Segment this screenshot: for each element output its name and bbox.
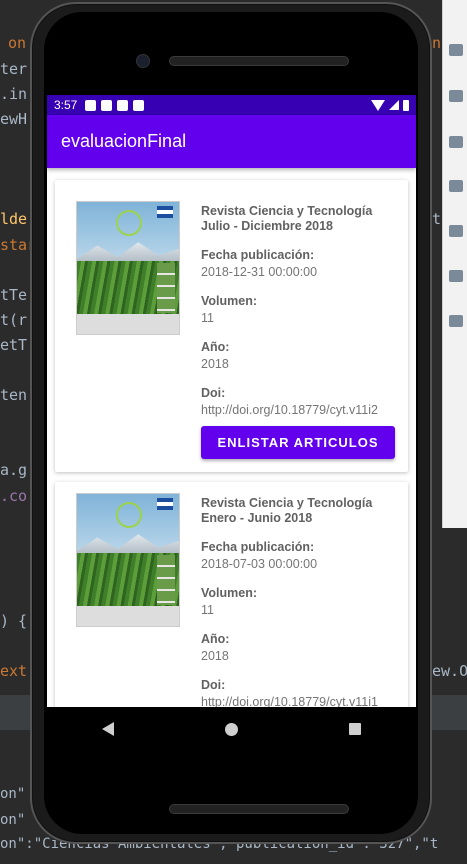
publication-list[interactable]: Revista Ciencia y Tecnología Julio - Dic…	[47, 168, 416, 707]
tool-icon[interactable]	[449, 90, 463, 102]
battery-icon	[403, 99, 409, 111]
device-screen: 3:57 evaluacionFinal Revista Ciencia y T…	[47, 95, 416, 707]
settings-icon	[85, 99, 97, 111]
wifi-icon	[371, 99, 385, 111]
ide-tool-panel	[442, 0, 467, 528]
tool-icon[interactable]	[449, 315, 463, 327]
log-line: on"	[0, 812, 26, 828]
volume-value: 11	[201, 603, 214, 617]
volume-label: Volumen:	[201, 294, 258, 308]
publication-card: Revista Ciencia y Tecnología Enero - Jun…	[55, 482, 408, 707]
list-articles-button[interactable]: ENLISTAR ARTICULOS	[201, 426, 395, 459]
tool-icon[interactable]	[449, 136, 463, 148]
doi-value: http://doi.org/10.18779/cyt.v11i2	[201, 403, 378, 417]
year-value: 2018	[201, 649, 229, 663]
publication-info: Revista Ciencia y Tecnología Julio - Dic…	[201, 204, 401, 459]
publication-title: Revista Ciencia y Tecnología Julio - Dic…	[201, 204, 373, 233]
tool-icon[interactable]	[449, 180, 463, 192]
tool-icon[interactable]	[449, 225, 463, 237]
code-fragment: .in	[0, 85, 28, 103]
home-icon[interactable]	[224, 722, 238, 736]
code-fragment: ew.O	[432, 662, 467, 680]
publication-info: Revista Ciencia y Tecnología Enero - Jun…	[201, 496, 401, 707]
navigation-bar	[47, 707, 416, 751]
code-fragment: ) {	[0, 612, 28, 630]
bottom-speaker	[169, 804, 349, 814]
journal-cover-image	[76, 201, 180, 335]
code-fragment: a.g	[0, 461, 28, 479]
tool-icon[interactable]	[449, 270, 463, 282]
year-label: Año:	[201, 632, 230, 646]
earpiece-speaker	[169, 56, 349, 66]
publication-card: Revista Ciencia y Tecnología Julio - Dic…	[55, 180, 408, 472]
mail-icon	[101, 99, 113, 111]
publication-title: Revista Ciencia y Tecnología Enero - Jun…	[201, 496, 373, 525]
status-bar: 3:57	[47, 95, 416, 115]
code-fragment: etT	[0, 336, 28, 354]
date-label: Fecha publicación:	[201, 540, 315, 554]
tool-icon[interactable]	[449, 44, 463, 56]
volume-value: 11	[201, 311, 214, 325]
code-fragment: on	[8, 34, 27, 52]
shield-icon	[117, 99, 129, 111]
journal-cover-image	[76, 493, 180, 627]
code-fragment: ter	[0, 60, 28, 78]
code-fragment: ewH	[0, 110, 28, 128]
status-time: 3:57	[54, 98, 78, 112]
volume-label: Volumen:	[201, 586, 258, 600]
code-fragment: n	[432, 34, 442, 52]
code-fragment: ext	[0, 662, 28, 680]
app-title: evaluacionFinal	[61, 131, 187, 151]
year-label: Año:	[201, 340, 230, 354]
date-value: 2018-12-31 00:00:00	[201, 265, 318, 279]
sd-card-icon	[133, 99, 145, 111]
doi-label: Doi:	[201, 678, 226, 692]
code-fragment: t(r	[0, 311, 28, 329]
back-icon[interactable]	[102, 722, 115, 736]
code-fragment: ten	[0, 386, 28, 404]
recent-apps-icon[interactable]	[348, 723, 361, 735]
doi-label: Doi:	[201, 386, 226, 400]
date-value: 2018-07-03 00:00:00	[201, 557, 318, 571]
app-bar: evaluacionFinal	[47, 115, 416, 168]
code-fragment: lde	[0, 210, 28, 228]
signal-icon	[389, 100, 399, 110]
doi-value: http://doi.org/10.18779/cyt.v11i1	[201, 695, 378, 707]
code-fragment: .co	[0, 487, 28, 505]
year-value: 2018	[201, 357, 229, 371]
log-line: on"	[0, 786, 26, 802]
date-label: Fecha publicación:	[201, 248, 315, 262]
code-fragment: t	[432, 210, 442, 228]
front-camera-icon	[136, 54, 150, 68]
code-fragment: tTe	[0, 286, 28, 304]
